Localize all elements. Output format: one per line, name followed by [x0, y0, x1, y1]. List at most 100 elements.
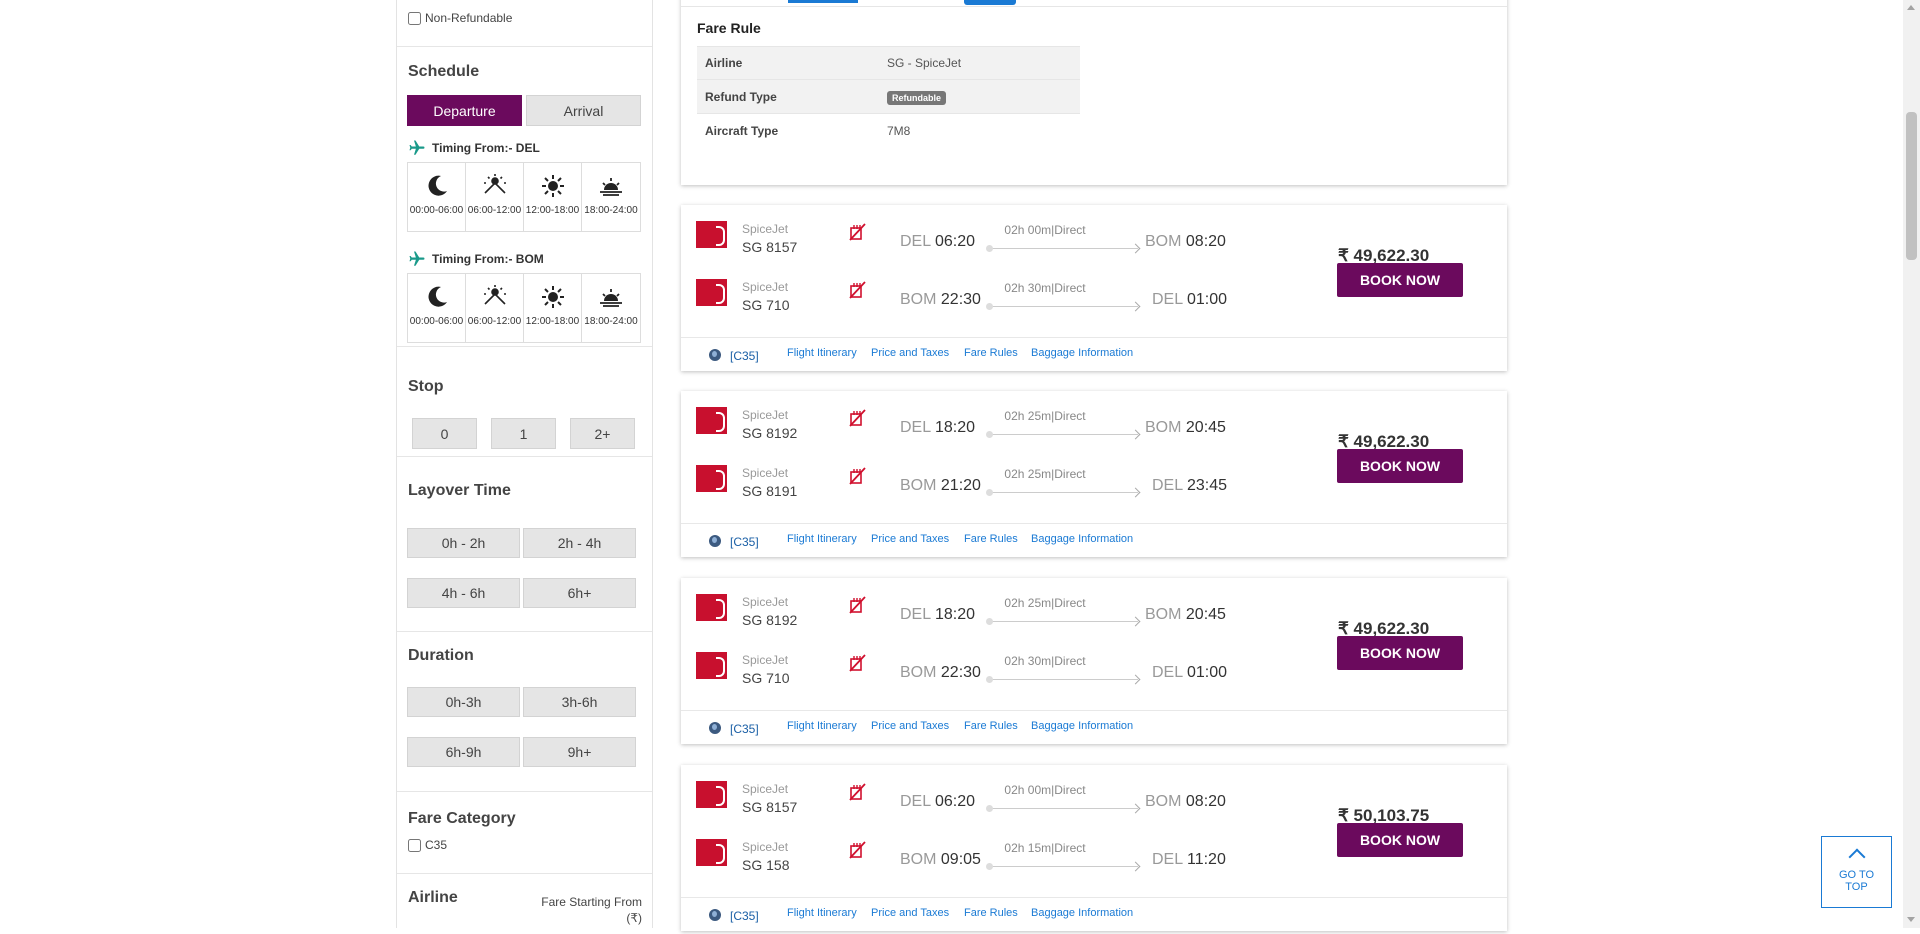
- price-and-taxes-link[interactable]: Price and Taxes: [871, 720, 949, 732]
- arrival-time: 08:20: [1185, 793, 1226, 810]
- origin-code: DEL: [900, 793, 931, 810]
- flight-itinerary-link[interactable]: Flight Itinerary: [787, 907, 857, 919]
- non-refundable-check[interactable]: [408, 11, 421, 25]
- departure-tab[interactable]: Departure: [407, 95, 522, 126]
- globe-icon: [709, 535, 721, 547]
- go-to-top-button[interactable]: GO TO TOP: [1821, 836, 1892, 908]
- book-now-button[interactable]: BOOK NOW: [1337, 449, 1463, 483]
- flight-number: SG 710: [742, 670, 790, 686]
- fare-category-c35-checkbox[interactable]: C35: [408, 838, 447, 852]
- fare-rules-link[interactable]: Fare Rules: [964, 907, 1018, 919]
- del-timing-grid: 00:00-06:00 06:00-12:00 12:00-18:00 18:0…: [407, 162, 641, 232]
- timing-from-bom: Timing From:- BOM: [408, 250, 544, 268]
- flight-itinerary-link[interactable]: Flight Itinerary: [787, 720, 857, 732]
- layover-0-2-button[interactable]: 0h - 2h: [407, 528, 520, 558]
- slot-morning[interactable]: 06:00-12:00: [466, 274, 524, 342]
- book-now-button[interactable]: BOOK NOW: [1337, 823, 1463, 857]
- slot-night[interactable]: 00:00-06:00: [408, 274, 466, 342]
- spicejet-logo: [696, 594, 727, 621]
- origin-code: BOM: [900, 291, 937, 308]
- book-now-button[interactable]: BOOK NOW: [1337, 636, 1463, 670]
- arrival: BOM 08:20: [1145, 793, 1226, 811]
- departure: BOM 09:05: [900, 851, 981, 869]
- departure: BOM 21:20: [900, 477, 981, 495]
- slot-night[interactable]: 00:00-06:00: [408, 163, 466, 231]
- arrival: BOM 20:45: [1145, 419, 1226, 437]
- fare-rules-link[interactable]: Fare Rules: [964, 533, 1018, 545]
- scroll-up-arrow[interactable]: [1907, 5, 1915, 10]
- fare-category-c35-check[interactable]: [408, 838, 421, 852]
- layover-2-4-button[interactable]: 2h - 4h: [523, 528, 636, 558]
- duration-6-9-button[interactable]: 6h-9h: [407, 737, 520, 767]
- fare-rule-row: Aircraft Type 7M8: [697, 114, 1080, 148]
- flight-itinerary-link[interactable]: Flight Itinerary: [787, 347, 857, 359]
- price-and-taxes-link[interactable]: Price and Taxes: [871, 907, 949, 919]
- fare-rule-key: Aircraft Type: [705, 124, 779, 138]
- departure: BOM 22:30: [900, 291, 981, 309]
- flight-itinerary-link[interactable]: Flight Itinerary: [787, 533, 857, 545]
- moon-icon: [428, 175, 447, 196]
- baggage-information-link[interactable]: Baggage Information: [1031, 907, 1133, 919]
- baggage-information-link[interactable]: Baggage Information: [1031, 347, 1133, 359]
- stop-0-button[interactable]: 0: [412, 418, 477, 449]
- airline-name: SpiceJet: [742, 222, 789, 236]
- fare-rules-link[interactable]: Fare Rules: [964, 347, 1018, 359]
- price-and-taxes-link[interactable]: Price and Taxes: [871, 533, 949, 545]
- page-scrollbar[interactable]: [1903, 0, 1920, 928]
- departure: DEL 18:20: [900, 419, 975, 437]
- refund-filter: Non-Refundable: [397, 0, 652, 47]
- arrival-time: 20:45: [1185, 606, 1226, 623]
- globe-icon: [709, 349, 721, 361]
- scroll-down-arrow[interactable]: [1907, 917, 1915, 922]
- active-tab-indicator: [788, 0, 858, 3]
- schedule-filter: Schedule Departure Arrival Timing From:-…: [397, 47, 652, 347]
- fare-class: [C35]: [730, 535, 759, 549]
- card-footer: [C35] Flight Itinerary Price and Taxes Fare…: [681, 710, 1507, 744]
- flight-number: SG 8191: [742, 483, 798, 499]
- book-now-button[interactable]: BOOK NOW: [1337, 263, 1463, 297]
- price-and-taxes-link[interactable]: Price and Taxes: [871, 347, 949, 359]
- arrival: DEL 11:20: [1152, 851, 1226, 869]
- destination-code: DEL: [1152, 851, 1183, 868]
- origin-code: DEL: [900, 419, 931, 436]
- fare-class: [C35]: [730, 722, 759, 736]
- baggage-information-link[interactable]: Baggage Information: [1031, 720, 1133, 732]
- route-line: [986, 805, 1138, 812]
- slot-evening[interactable]: 18:00-24:00: [582, 274, 640, 342]
- duration-0-3-button[interactable]: 0h-3h: [407, 687, 520, 717]
- no-meal-icon: [849, 654, 866, 672]
- fare-rules-link[interactable]: Fare Rules: [964, 720, 1018, 732]
- departure-time: 18:20: [934, 419, 976, 436]
- slot-afternoon[interactable]: 12:00-18:00: [524, 163, 582, 231]
- flight-result-card: SpiceJet SG 8157 DEL 06:20 02h 00m|Direct BO…: [681, 765, 1507, 931]
- moon-icon: [428, 286, 447, 307]
- baggage-information-link[interactable]: Baggage Information: [1031, 533, 1133, 545]
- layover-4-6-button[interactable]: 4h - 6h: [407, 578, 520, 608]
- fare-category-c35-label: C35: [425, 838, 448, 852]
- slot-afternoon[interactable]: 12:00-18:00: [524, 274, 582, 342]
- flight-duration: 02h 00m|Direct: [1004, 783, 1086, 797]
- slot-label: 00:00-06:00: [409, 205, 464, 216]
- arrival: BOM 08:20: [1145, 233, 1226, 251]
- duration-9plus-button[interactable]: 9h+: [523, 737, 636, 767]
- departure-time: 21:20: [940, 477, 981, 494]
- non-refundable-label: Non-Refundable: [425, 11, 513, 25]
- stop-2plus-button[interactable]: 2+: [570, 418, 635, 449]
- arrival-time: 11:20: [1186, 851, 1226, 868]
- flight-duration: 02h 25m|Direct: [1004, 409, 1086, 423]
- route-line: [986, 618, 1138, 625]
- destination-code: DEL: [1152, 291, 1183, 308]
- destination-code: BOM: [1145, 233, 1182, 250]
- no-meal-icon: [849, 409, 866, 427]
- duration-3-6-button[interactable]: 3h-6h: [523, 687, 636, 717]
- slot-evening[interactable]: 18:00-24:00: [582, 163, 640, 231]
- non-refundable-checkbox[interactable]: Non-Refundable: [408, 11, 512, 25]
- slot-morning[interactable]: 06:00-12:00: [466, 163, 524, 231]
- arrival-tab[interactable]: Arrival: [526, 95, 641, 126]
- stop-1-button[interactable]: 1: [491, 418, 556, 449]
- scrollbar-thumb[interactable]: [1906, 112, 1917, 260]
- layover-6plus-button[interactable]: 6h+: [523, 578, 636, 608]
- flight-number: SG 8157: [742, 239, 798, 255]
- origin-code: BOM: [900, 477, 937, 494]
- spicejet-logo: [696, 465, 727, 492]
